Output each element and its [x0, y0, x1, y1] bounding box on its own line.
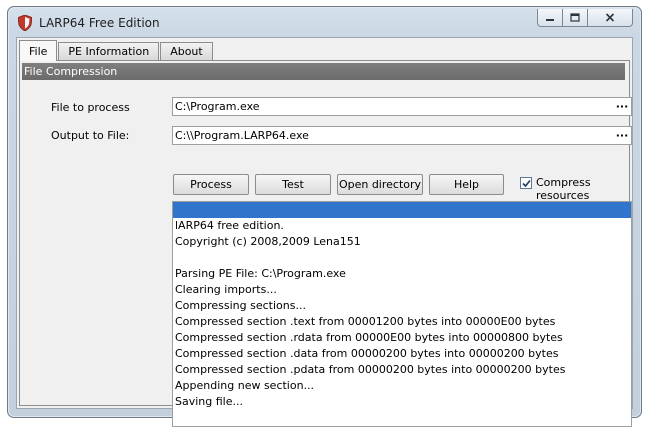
log-line: Compressed section .rdata from 00000E00 … [175, 331, 563, 344]
open-directory-button[interactable]: Open directory [337, 174, 423, 195]
client-area: File PE Information About File Compressi… [16, 37, 633, 427]
log-line: Saving file... [175, 395, 243, 408]
log-line: Appending new section... [175, 379, 315, 392]
checkmark-icon [521, 179, 531, 187]
log-line: Compressing sections... [175, 299, 306, 312]
test-button[interactable]: Test [255, 174, 331, 195]
tab-about[interactable]: About [160, 42, 213, 60]
browse-output-button[interactable]: ··· [613, 129, 631, 142]
tab-pe-information[interactable]: PE Information [58, 42, 160, 60]
help-button[interactable]: Help [429, 174, 504, 195]
larp-shield-icon [18, 15, 32, 31]
compress-resources-checkbox[interactable] [520, 177, 532, 189]
output-log[interactable]: lARP64 free edition. Copyright (c) 2008,… [172, 201, 632, 427]
caption-buttons [537, 9, 633, 27]
log-line: Compressed section .pdata from 00000200 … [175, 363, 566, 376]
log-line: Compressed section .data from 00000200 b… [175, 347, 559, 360]
file-to-process-label: File to process [51, 101, 130, 114]
log-line: Copyright (c) 2008,2009 Lena151 [175, 235, 361, 248]
file-to-process-value[interactable]: C:\Program.exe [173, 100, 613, 113]
maximize-button[interactable] [563, 9, 588, 27]
log-line: Parsing PE File: C:\Program.exe [175, 267, 346, 280]
close-button[interactable] [588, 9, 633, 27]
window-title: LARP64 Free Edition [39, 16, 160, 30]
minimize-icon [546, 18, 554, 21]
process-button[interactable]: Process [173, 174, 249, 195]
tab-bar: File PE Information About [19, 40, 214, 61]
log-line: Compressed section .text from 00001200 b… [175, 315, 556, 328]
output-to-file-label: Output to File: [51, 129, 130, 142]
browse-input-button[interactable]: ··· [613, 100, 631, 113]
log-line: lARP64 free edition. [175, 219, 284, 232]
file-to-process-field[interactable]: C:\Program.exe ··· [172, 97, 632, 116]
tab-panel-file: File Compression File to process C:\Prog… [19, 60, 632, 427]
compress-resources-label[interactable]: Compress resources [536, 176, 629, 202]
app-window: LARP64 Free Edition File PE Information … [7, 6, 642, 427]
output-to-file-field[interactable]: C:\\Program.LARP64.exe ··· [172, 126, 632, 145]
tab-file[interactable]: File [19, 40, 58, 61]
minimize-button[interactable] [537, 9, 563, 27]
output-to-file-value[interactable]: C:\\Program.LARP64.exe [173, 129, 613, 142]
selected-log-row[interactable] [173, 202, 631, 218]
maximize-icon [570, 13, 580, 22]
title-bar[interactable]: LARP64 Free Edition [8, 7, 641, 37]
section-header: File Compression [22, 63, 625, 80]
close-icon [605, 13, 615, 22]
log-line: Clearing imports... [175, 283, 277, 296]
